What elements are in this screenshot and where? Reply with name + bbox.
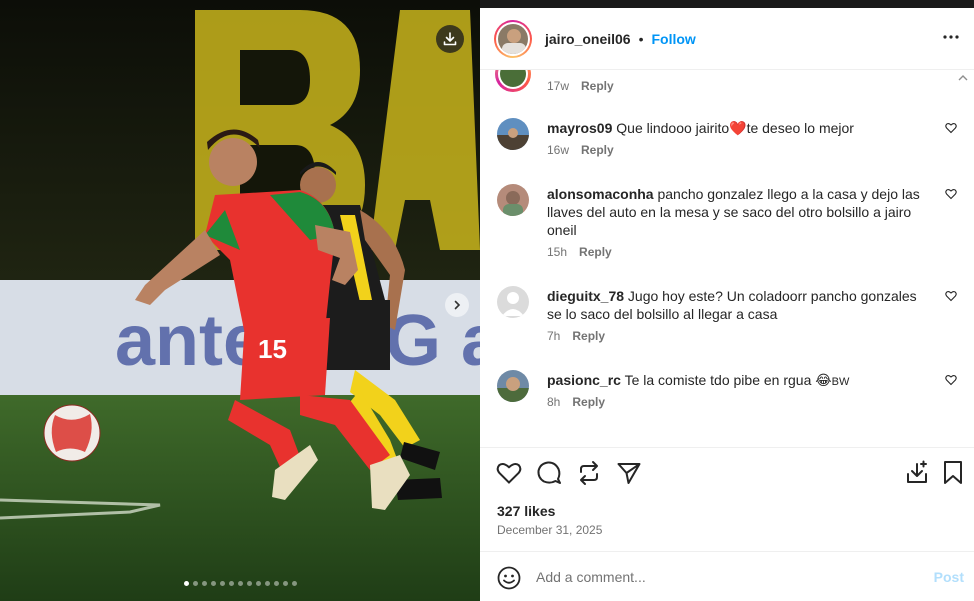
comment-username[interactable]: alonsomaconha: [547, 186, 654, 202]
ball-icon: [43, 404, 101, 462]
carousel-dot[interactable]: [238, 581, 243, 586]
save-collection-icon[interactable]: [904, 460, 930, 486]
carousel-dot[interactable]: [211, 581, 216, 586]
carousel-dot[interactable]: [292, 581, 297, 586]
comment-text: alonsomaconha pancho gonzalez llego a la…: [547, 185, 927, 239]
carousel-dot[interactable]: [193, 581, 198, 586]
comment-avatar[interactable]: [497, 286, 529, 318]
comments-list[interactable]: 17w Reply mayros09 Que lindooo jairito❤️t…: [480, 70, 974, 447]
football-photo: antel G a 15: [0, 0, 480, 601]
share-icon[interactable]: [616, 460, 642, 486]
post-date: December 31, 2025: [497, 523, 603, 537]
post-details-panel: jairo_oneil06 • Follow 17w Reply mayros09: [480, 8, 974, 601]
carousel-dot[interactable]: [229, 581, 234, 586]
emoji-icon[interactable]: [497, 566, 521, 590]
post-comment-button[interactable]: Post: [934, 569, 964, 585]
comment-body: Te la comiste tdo pibe en rgua: [624, 372, 812, 388]
carousel-dot[interactable]: [265, 581, 270, 586]
comment-item: dieguitx_78 Jugo hoy este? Un coladoorr …: [497, 286, 957, 346]
bookmark-icon[interactable]: [942, 460, 964, 486]
comment-age: 16w: [547, 143, 570, 157]
comment-meta: 15h Reply: [547, 245, 612, 259]
carousel-indicator: [184, 581, 297, 586]
reply-button[interactable]: Reply: [572, 329, 605, 343]
comment-age: 8h: [547, 395, 561, 409]
header-separator: •: [638, 30, 644, 47]
download-icon: [443, 32, 457, 46]
carousel-dot[interactable]: [256, 581, 261, 586]
carousel-next-button[interactable]: [445, 293, 469, 317]
comment-icon[interactable]: [536, 460, 562, 486]
comment-body-cont: te deseo lo mejor: [746, 120, 854, 136]
carousel-dot[interactable]: [184, 581, 189, 586]
follow-button[interactable]: Follow: [652, 31, 696, 47]
avatar: [498, 23, 528, 54]
comment-username[interactable]: dieguitx_78: [547, 288, 624, 304]
carousel-dot[interactable]: [247, 581, 252, 586]
comment-body: Que lindooo jairito: [616, 120, 730, 136]
post-username[interactable]: jairo_oneil06: [545, 31, 631, 47]
more-horizontal-icon[interactable]: [942, 28, 960, 46]
post-media[interactable]: antel G a 15: [0, 0, 480, 601]
comment-username[interactable]: pasionc_rc: [547, 372, 621, 388]
like-comment-icon[interactable]: [945, 188, 957, 200]
comment-username[interactable]: mayros09: [547, 120, 612, 136]
comment-item: alonsomaconha pancho gonzalez llego a la…: [497, 184, 957, 264]
comment-meta: 7h Reply: [547, 329, 605, 343]
comment-input[interactable]: [536, 567, 906, 587]
heart-emoji: ❤️: [729, 120, 747, 136]
comment-meta: 17w Reply: [547, 79, 614, 93]
reply-button[interactable]: Reply: [572, 395, 605, 409]
carousel-dot[interactable]: [274, 581, 279, 586]
like-icon[interactable]: [496, 460, 522, 486]
like-comment-icon[interactable]: [945, 290, 957, 302]
carousel-dot[interactable]: [283, 581, 288, 586]
laughing-emoji: 😂: [815, 372, 832, 388]
comment-body-cont: BW: [831, 376, 850, 388]
comment-meta: 16w Reply: [547, 143, 614, 157]
comment-avatar[interactable]: [497, 370, 529, 402]
download-button[interactable]: [436, 25, 464, 53]
reply-button[interactable]: Reply: [581, 143, 614, 157]
comment-text: mayros09 Que lindooo jairito❤️te deseo l…: [547, 119, 927, 137]
carousel-dot[interactable]: [220, 581, 225, 586]
repost-icon[interactable]: [576, 460, 602, 486]
comment-item: mayros09 Que lindooo jairito❤️te deseo l…: [497, 118, 957, 162]
comment-meta: 8h Reply: [547, 395, 605, 409]
like-comment-icon[interactable]: [945, 122, 957, 134]
comment-composer: Post: [480, 551, 974, 601]
comment-age: 15h: [547, 245, 568, 259]
like-comment-icon[interactable]: [945, 374, 957, 386]
carousel-dot[interactable]: [202, 581, 207, 586]
post-header: jairo_oneil06 • Follow: [480, 8, 974, 70]
likes-count[interactable]: 327 likes: [497, 503, 555, 519]
comment-text: pasionc_rc Te la comiste tdo pibe en rgu…: [547, 371, 927, 391]
reply-button[interactable]: Reply: [581, 79, 614, 93]
comment-avatar[interactable]: [497, 118, 529, 150]
chevron-right-icon: [454, 300, 461, 310]
comment-item: 17w Reply: [495, 70, 957, 96]
comment-text: dieguitx_78 Jugo hoy este? Un coladoorr …: [547, 287, 927, 323]
comment-item: pasionc_rc Te la comiste tdo pibe en rgu…: [497, 370, 957, 414]
comment-avatar[interactable]: [495, 70, 531, 92]
svg-text:15: 15: [258, 334, 287, 364]
reply-button[interactable]: Reply: [579, 245, 612, 259]
post-actions: 327 likes December 31, 2025 Post: [480, 447, 974, 601]
action-icons: [496, 460, 966, 490]
profile-avatar[interactable]: [494, 19, 532, 58]
comment-age: 7h: [547, 329, 561, 343]
comment-age: 17w: [547, 79, 570, 93]
scroll-up-icon[interactable]: [958, 74, 968, 82]
comment-avatar[interactable]: [497, 184, 529, 216]
